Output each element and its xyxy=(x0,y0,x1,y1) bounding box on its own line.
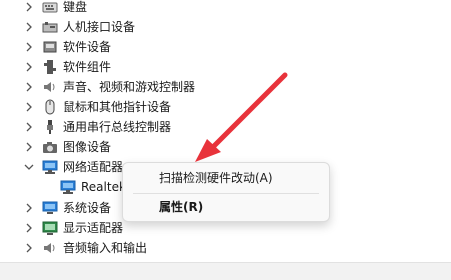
tree-item-usb[interactable]: 通用串行总线控制器 xyxy=(0,117,451,137)
chevron-right-icon[interactable] xyxy=(24,238,34,258)
tree-item-mouse[interactable]: 鼠标和其他指针设备 xyxy=(0,97,451,117)
menu-divider xyxy=(133,193,319,194)
camera-icon xyxy=(42,139,58,155)
tree-item-label: 软件组件 xyxy=(63,60,112,74)
tree-item-label: Realtek xyxy=(81,180,126,194)
network-adapter-icon xyxy=(42,159,58,175)
chevron-right-icon[interactable] xyxy=(24,17,34,37)
mouse-icon xyxy=(42,99,58,115)
tree-item-audio-io[interactable]: 音频输入和输出 xyxy=(0,238,451,258)
scan-hardware-changes-menu-item[interactable]: 扫描检测硬件改动(A) xyxy=(159,169,273,187)
tree-item-hid[interactable]: 人机接口设备 xyxy=(0,17,451,37)
context-menu: 扫描检测硬件改动(A) 属性(R) xyxy=(122,162,330,222)
tree-item-label: 网络适配器 xyxy=(63,160,124,174)
status-bar xyxy=(0,262,451,280)
speaker-icon xyxy=(42,79,58,95)
tree-item-software-device[interactable]: 软件设备 xyxy=(0,37,451,57)
tree-item-label: 系统设备 xyxy=(63,201,112,215)
software-device-icon xyxy=(42,39,58,55)
tree-item-label: 人机接口设备 xyxy=(63,20,136,34)
chevron-right-icon[interactable] xyxy=(24,97,34,117)
network-adapter-icon xyxy=(60,179,76,195)
chevron-right-icon[interactable] xyxy=(24,37,34,57)
keyboard-icon xyxy=(42,0,58,15)
usb-icon xyxy=(42,119,58,135)
tree-item-keyboard[interactable]: 键盘 xyxy=(0,0,451,17)
software-component-icon xyxy=(42,59,58,75)
tree-item-label: 键盘 xyxy=(63,0,88,14)
tree-item-label: 声音、视频和游戏控制器 xyxy=(63,80,196,94)
chevron-right-icon[interactable] xyxy=(24,57,34,77)
speaker-icon xyxy=(42,240,58,256)
hid-icon xyxy=(42,19,58,35)
chevron-right-icon[interactable] xyxy=(24,137,34,157)
tree-item-label: 软件设备 xyxy=(63,40,112,54)
properties-menu-item[interactable]: 属性(R) xyxy=(159,198,203,216)
tree-item-label: 通用串行总线控制器 xyxy=(63,120,172,134)
tree-item-label: 显示适配器 xyxy=(63,221,124,235)
tree-item-software-component[interactable]: 软件组件 xyxy=(0,57,451,77)
tree-item-sound[interactable]: 声音、视频和游戏控制器 xyxy=(0,77,451,97)
chevron-right-icon[interactable] xyxy=(24,117,34,137)
chevron-right-icon[interactable] xyxy=(24,198,34,218)
tree-item-label: 音频输入和输出 xyxy=(63,241,148,255)
device-tree: 键盘 人机接口设备 软件设备 软件组件 声音、视频和游戏控制器 鼠标和其他指针设… xyxy=(0,0,451,262)
system-device-icon xyxy=(42,200,58,216)
chevron-right-icon[interactable] xyxy=(24,218,34,238)
tree-item-label: 图像设备 xyxy=(63,140,112,154)
tree-item-camera[interactable]: 图像设备 xyxy=(0,137,451,157)
chevron-down-icon[interactable] xyxy=(24,157,34,177)
chevron-right-icon[interactable] xyxy=(24,0,34,17)
tree-item-label: 鼠标和其他指针设备 xyxy=(63,100,172,114)
display-adapter-icon xyxy=(42,220,58,236)
chevron-right-icon[interactable] xyxy=(24,77,34,97)
